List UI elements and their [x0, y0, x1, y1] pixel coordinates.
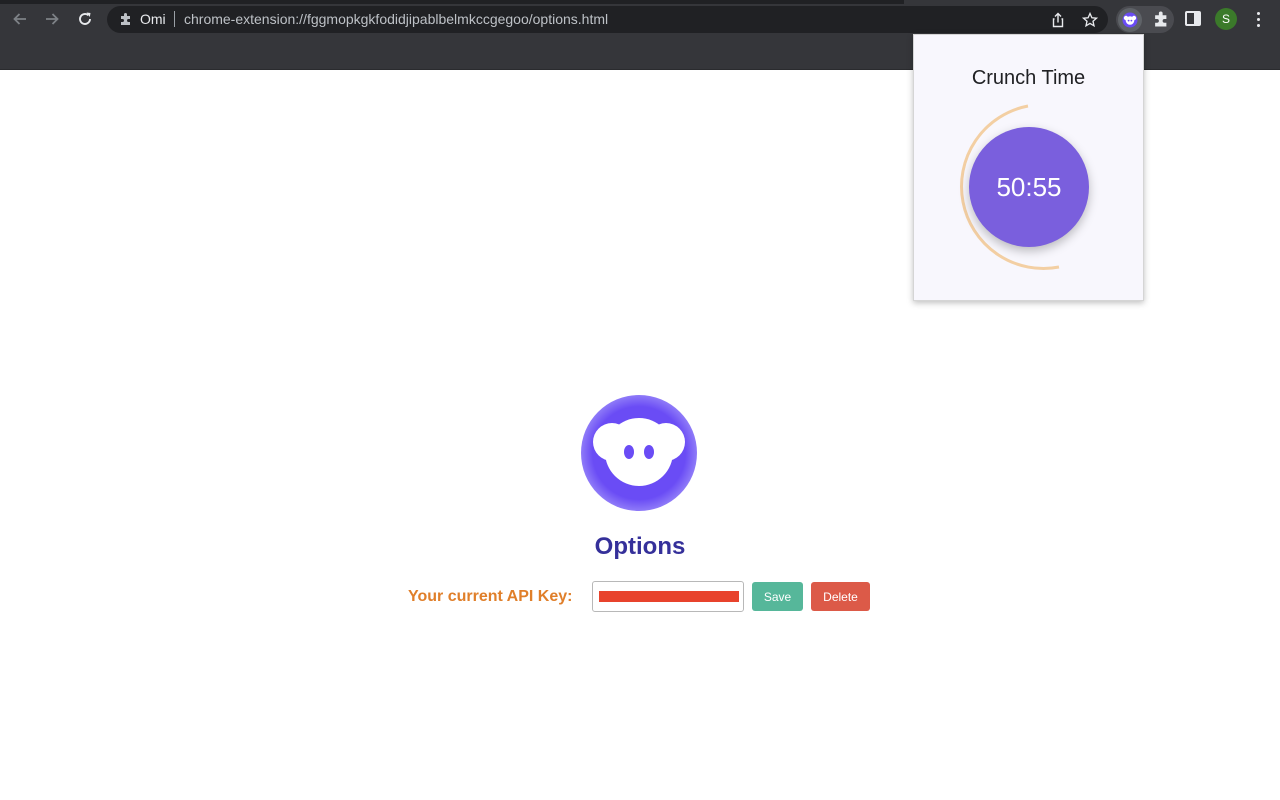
omi-extension-icon[interactable]: [1118, 8, 1142, 32]
forward-button[interactable]: [40, 7, 64, 31]
arrow-right-icon: [46, 13, 59, 25]
back-button[interactable]: [8, 7, 32, 31]
timer-button[interactable]: 50:55: [969, 127, 1089, 247]
popup-title: Crunch Time: [971, 67, 1086, 89]
save-button[interactable]: Save: [752, 582, 803, 611]
kebab-menu-icon[interactable]: [1250, 8, 1266, 30]
delete-button[interactable]: Delete: [811, 582, 870, 611]
side-panel-icon[interactable]: [1185, 11, 1201, 26]
omi-logo-icon: [581, 395, 697, 511]
api-key-input[interactable]: [592, 581, 744, 612]
reload-button[interactable]: [73, 7, 97, 31]
active-tab-edge: [904, 0, 1280, 4]
tab-strip-edge: [0, 0, 1280, 4]
extension-page-icon: [121, 13, 130, 25]
extensions-puzzle-icon[interactable]: [1152, 9, 1172, 29]
arrow-left-icon: [13, 13, 26, 25]
api-key-label: Your current API Key:: [408, 588, 573, 605]
browser-toolbar: Omi chrome-extension://fggmopkgkfodidjip…: [0, 0, 1280, 38]
omnibox-separator: [174, 11, 175, 27]
address-bar[interactable]: Omi chrome-extension://fggmopkgkfodidjip…: [107, 6, 1108, 33]
star-icon[interactable]: [1080, 10, 1100, 30]
omnibox-url[interactable]: chrome-extension://fggmopkgkfodidjipablb…: [184, 11, 608, 27]
profile-avatar[interactable]: S: [1215, 8, 1237, 30]
extension-popup: Crunch Time 50:55: [913, 34, 1144, 301]
page-title: Options: [594, 533, 686, 560]
share-icon[interactable]: [1048, 10, 1068, 30]
api-key-redaction: [599, 591, 739, 602]
reload-icon: [79, 12, 91, 25]
omnibox-site-label: Omi: [140, 11, 166, 27]
